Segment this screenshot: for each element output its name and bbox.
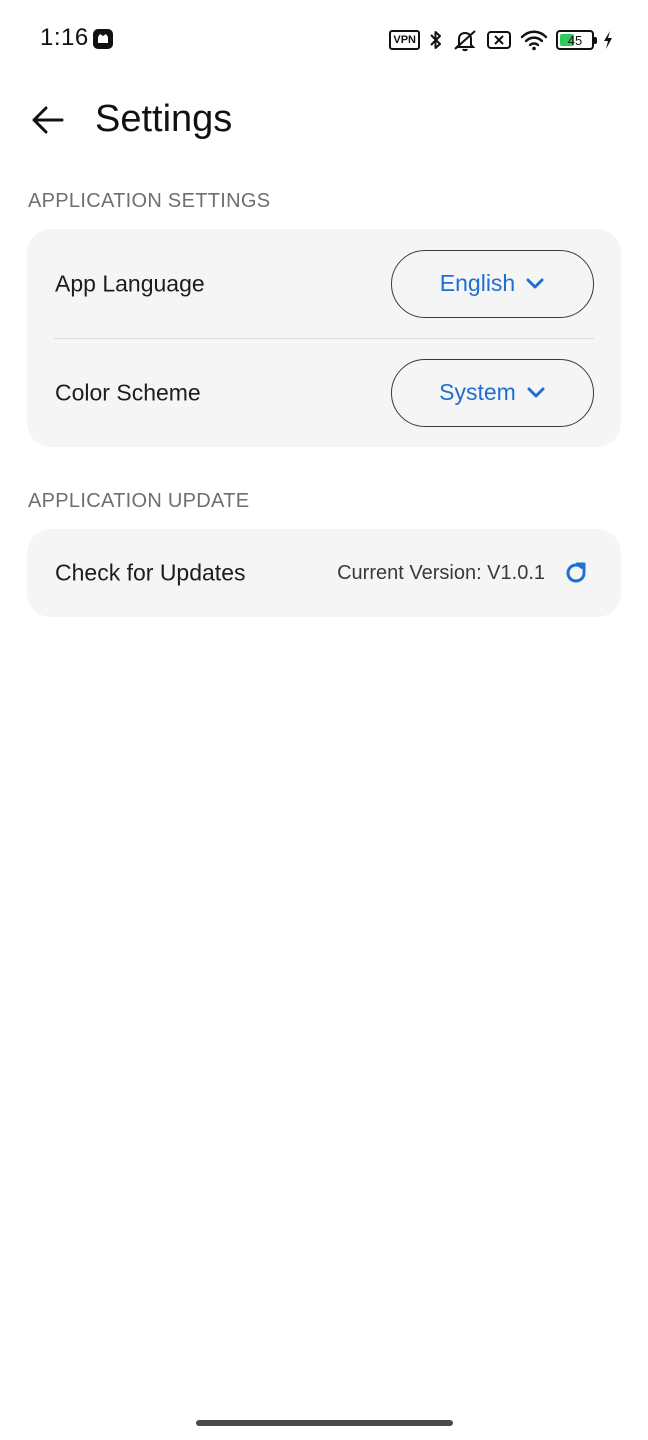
status-icons: VPN 45: [389, 26, 614, 54]
chevron-down-icon: [526, 278, 544, 288]
refresh-button[interactable]: [561, 558, 591, 588]
color-scheme-dropdown[interactable]: System: [391, 358, 594, 427]
muted-bell-icon: [454, 30, 476, 52]
section-label-application-update: APPLICATION UPDATE: [28, 490, 250, 512]
status-bar: 1:16 VPN 45: [0, 0, 648, 80]
wifi-icon: [520, 30, 548, 51]
app-language-row: App Language English: [27, 229, 621, 338]
chevron-down-icon: [527, 387, 545, 397]
app-language-value: English: [439, 270, 516, 296]
app-language-dropdown[interactable]: English: [391, 249, 594, 318]
bluetooth-icon: [430, 31, 441, 49]
arrow-left-icon: [32, 106, 64, 134]
refresh-icon: [566, 562, 586, 583]
status-time: 1:16: [40, 24, 89, 51]
page-title: Settings: [95, 98, 233, 140]
update-info: Current Version: V1.0.1: [337, 558, 591, 588]
home-indicator[interactable]: [196, 1420, 453, 1426]
check-for-updates-row[interactable]: Check for Updates Current Version: V1.0.…: [27, 529, 621, 617]
battery-level: 45: [567, 32, 583, 48]
app-language-label: App Language: [55, 270, 205, 296]
color-scheme-label: Color Scheme: [55, 379, 201, 405]
back-button[interactable]: [24, 96, 72, 144]
current-version-text: Current Version: V1.0.1: [337, 561, 545, 584]
battery-icon: 45: [556, 30, 597, 50]
color-scheme-row: Color Scheme System: [27, 338, 621, 447]
app-bar: Settings: [0, 88, 648, 152]
charging-bolt-icon: [604, 31, 612, 49]
application-update-card: Check for Updates Current Version: V1.0.…: [27, 529, 621, 617]
check-for-updates-label: Check for Updates: [55, 559, 246, 586]
section-label-application-settings: APPLICATION SETTINGS: [28, 190, 271, 212]
vpn-icon: VPN: [389, 30, 420, 50]
no-sim-icon: [487, 31, 511, 49]
color-scheme-value: System: [439, 379, 516, 405]
battery-tip: [594, 37, 597, 44]
application-settings-card: App Language English Color Scheme System: [27, 229, 621, 447]
app-notification-icon: [93, 29, 113, 49]
